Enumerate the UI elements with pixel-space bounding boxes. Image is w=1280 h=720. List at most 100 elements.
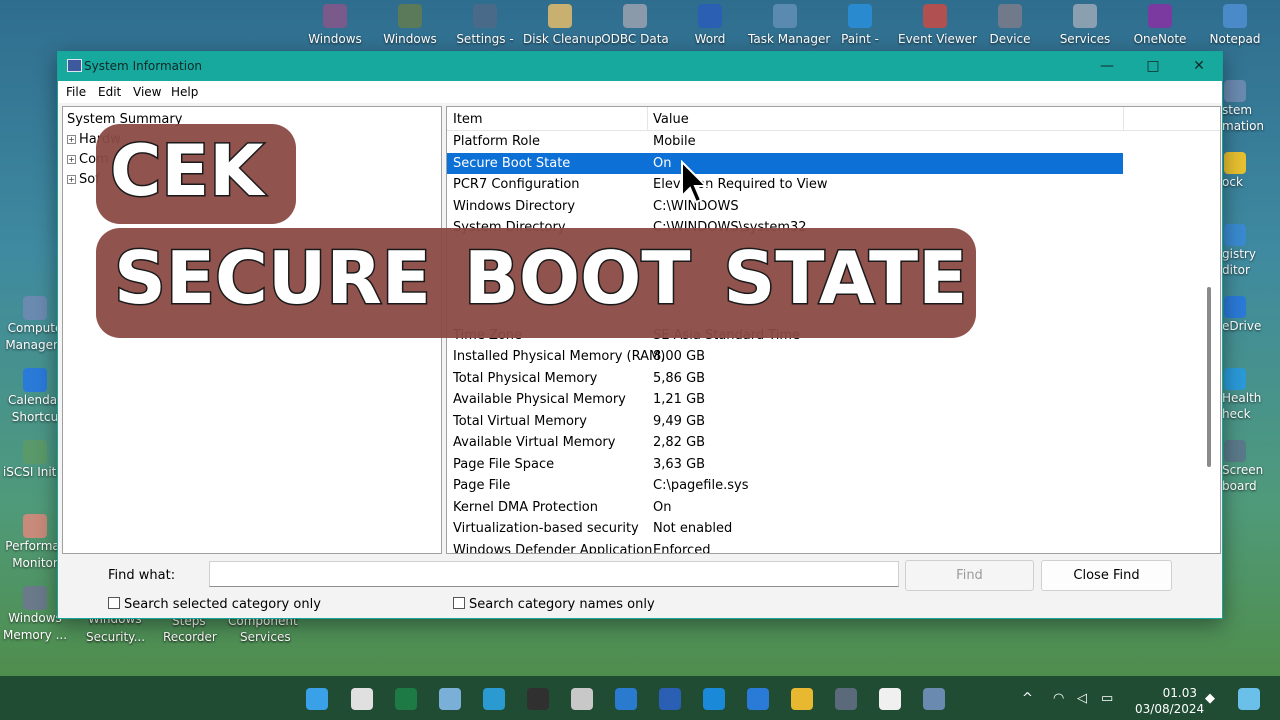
desktop-shortcut[interactable]: ock [1222, 152, 1280, 190]
table-row[interactable]: Page File Space 3,63 GB [447, 454, 1123, 475]
table-row[interactable]: Secure Boot State On [447, 152, 1123, 174]
desktop-shortcut[interactable]: Device [973, 4, 1047, 46]
desktop-shortcut[interactable]: Windows [373, 4, 447, 46]
clock-icon[interactable] [571, 688, 593, 710]
shortcut-icon [698, 4, 722, 28]
table-row[interactable]: Total Physical Memory 5,86 GB [447, 368, 1123, 389]
table-row[interactable]: Platform Role Mobile [447, 131, 1123, 152]
terminal-icon[interactable] [835, 688, 857, 710]
shortcut-label: Services [1059, 32, 1111, 46]
row-item: Available Virtual Memory [453, 435, 616, 450]
table-row[interactable]: Total Virtual Memory 9,49 GB [447, 411, 1123, 432]
copilot-icon[interactable] [1238, 688, 1260, 710]
find-input[interactable] [209, 561, 899, 587]
table-row[interactable]: Kernel DMA Protection On [447, 497, 1123, 518]
shortcut-label: board [1222, 479, 1257, 493]
start-icon[interactable] [306, 688, 328, 710]
table-row[interactable]: Installed Physical Memory (RAM) 8,00 GB [447, 346, 1123, 367]
sysinfo-icon[interactable] [923, 688, 945, 710]
column-header-item[interactable]: Item [453, 112, 483, 127]
desktop-shortcut[interactable]: OneNote [1123, 4, 1197, 46]
recorder-icon[interactable] [527, 688, 549, 710]
search-category-names-checkbox[interactable]: Search category names only [453, 597, 655, 612]
close-find-button[interactable]: Close Find [1041, 560, 1172, 591]
checkbox-box[interactable] [108, 597, 120, 609]
shortcut-label: eDrive [1222, 319, 1262, 333]
table-row[interactable]: Virtualization-based security Not enabled [447, 518, 1123, 539]
table-row[interactable]: PCR7 Configuration Elevation Required to … [447, 174, 1123, 195]
desktop-shortcut[interactable]: Task Manager [748, 4, 830, 46]
menu-file[interactable]: File [66, 85, 86, 99]
table-row[interactable]: Available Virtual Memory 2,82 GB [447, 432, 1123, 453]
table-row[interactable]: Windows Directory C:\WINDOWS [447, 196, 1123, 217]
shortcut-label: Screen [1222, 463, 1264, 477]
paint-icon[interactable] [615, 688, 637, 710]
close-button[interactable]: ✕ [1176, 52, 1222, 81]
desktop-shortcut[interactable]: Disk Cleanup [523, 4, 602, 46]
monitor-icon[interactable] [703, 688, 725, 710]
peek-label[interactable]: Recorder [163, 630, 217, 644]
desktop-shortcut[interactable]: Word [673, 4, 747, 46]
desktop-shortcut[interactable]: eDrive [1222, 296, 1280, 334]
tree-item-software[interactable]: + Sof [67, 172, 100, 187]
desktop-shortcut[interactable]: Paint - [823, 4, 897, 46]
browser-icon[interactable] [483, 688, 505, 710]
desktop-shortcut[interactable]: stem mation [1222, 80, 1280, 134]
desktop-shortcut[interactable]: Settings - [448, 4, 522, 46]
calendar-icon[interactable] [747, 688, 769, 710]
store-icon[interactable] [879, 688, 901, 710]
clock-date: 03/08/2024 [1135, 702, 1205, 716]
table-row[interactable]: Available Physical Memory 1,21 GB [447, 389, 1123, 410]
desktop-shortcut[interactable]: Windows [298, 4, 372, 46]
desktop-shortcut[interactable]: gistry ditor [1222, 224, 1280, 278]
table-row[interactable]: Page File C:\pagefile.sys [447, 475, 1123, 496]
expand-icon[interactable]: + [67, 175, 76, 184]
desktop-shortcut[interactable]: Notepad [1198, 4, 1272, 46]
shortcut-icon [23, 440, 47, 464]
desktop-shortcut[interactable]: ODBC Data [598, 4, 672, 46]
shortcut-icon [23, 296, 47, 320]
photos-icon[interactable] [439, 688, 461, 710]
expand-icon[interactable]: + [67, 135, 76, 144]
expand-icon[interactable]: + [67, 155, 76, 164]
clock[interactable]: 01.03 03/08/2024 [1135, 685, 1205, 717]
column-header-value[interactable]: Value [653, 112, 689, 127]
vertical-scrollbar[interactable] [1207, 287, 1211, 467]
word-icon[interactable] [659, 688, 681, 710]
search-selected-category-checkbox[interactable]: Search selected category only [108, 597, 321, 612]
maximize-button[interactable]: □ [1130, 52, 1176, 81]
peek-label[interactable]: Security... [86, 630, 145, 644]
table-row[interactable]: Windows Defender Application Enforced [447, 540, 1123, 554]
volume-icon[interactable]: ◁ [1077, 691, 1087, 706]
minimize-button[interactable]: — [1084, 52, 1130, 81]
shortcut-icon [1224, 80, 1246, 102]
column-divider[interactable] [1123, 107, 1124, 131]
desktop-shortcut[interactable]: Screen board [1222, 440, 1280, 494]
shortcut-icon [923, 4, 947, 28]
row-item: Total Virtual Memory [453, 413, 587, 429]
desktop-shortcut[interactable]: Event Viewer [898, 4, 977, 46]
title-bar[interactable]: System Information — □ ✕ [58, 52, 1222, 81]
clock-time: 01.03 [1162, 686, 1197, 700]
checkbox-box[interactable] [453, 597, 465, 609]
battery-icon[interactable]: ▭ [1101, 691, 1113, 706]
menu-edit[interactable]: Edit [98, 85, 121, 99]
shortcut-icon [1223, 4, 1247, 28]
menu-help[interactable]: Help [171, 85, 198, 99]
row-item: Virtualization-based security [453, 521, 639, 536]
menu-view[interactable]: View [133, 85, 161, 99]
search-icon[interactable] [351, 688, 373, 710]
shortcut-label: heck [1222, 407, 1251, 421]
column-divider[interactable] [647, 107, 648, 131]
find-button[interactable]: Find [905, 560, 1034, 591]
chevron-up-icon[interactable]: ^ [1022, 691, 1033, 706]
peek-label[interactable]: Services [240, 630, 291, 644]
desktop-shortcut[interactable]: Health heck [1222, 368, 1280, 422]
excel-icon[interactable] [395, 688, 417, 710]
bell-icon[interactable]: ◆ [1205, 691, 1215, 706]
desktop-shortcut[interactable]: Services [1048, 4, 1122, 46]
wifi-icon[interactable]: ◠ [1053, 691, 1064, 706]
explorer-icon[interactable] [791, 688, 813, 710]
shortcut-icon [1224, 440, 1246, 462]
mouse-cursor-icon [681, 160, 709, 204]
